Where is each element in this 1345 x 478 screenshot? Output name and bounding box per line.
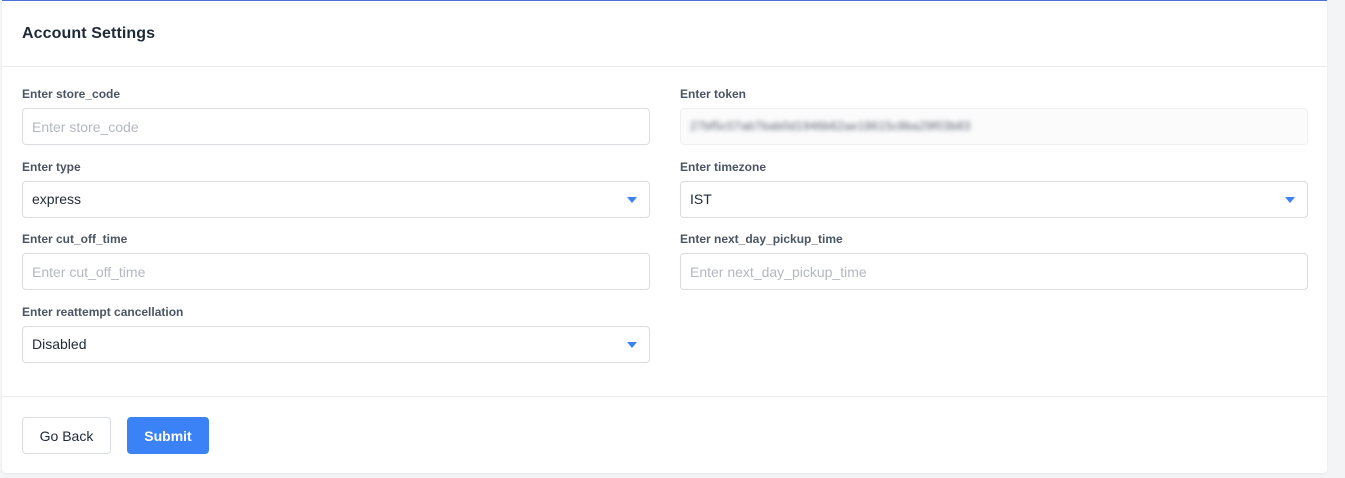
type-field: Enter type express — [22, 160, 650, 218]
reattempt-cancellation-selected-value: Disabled — [32, 336, 87, 352]
reattempt-cancellation-field: Enter reattempt cancellation Disabled — [22, 305, 650, 363]
next-day-pickup-time-input-wrapper — [680, 253, 1308, 290]
card-header: Account Settings — [2, 1, 1327, 67]
caret-down-icon — [627, 342, 637, 348]
token-value: 27bf5c07ab7bab0d1946b62ae18615c8ba29f03b… — [690, 119, 971, 133]
caret-down-icon — [1285, 197, 1295, 203]
timezone-field: Enter timezone IST — [680, 160, 1308, 218]
type-selected-value: express — [32, 191, 82, 207]
store-code-input[interactable] — [23, 109, 649, 144]
caret-down-icon — [627, 197, 637, 203]
store-code-input-wrapper — [22, 108, 650, 145]
cut-off-time-label: Enter cut_off_time — [22, 232, 128, 246]
token-label: Enter token — [680, 87, 747, 101]
cut-off-time-input-wrapper — [22, 253, 650, 290]
next-day-pickup-time-input[interactable] — [681, 254, 1307, 289]
token-field: Enter token 27bf5c07ab7bab0d1946b62ae186… — [680, 87, 1308, 145]
cut-off-time-input[interactable] — [23, 254, 649, 289]
timezone-select[interactable]: IST — [680, 181, 1308, 218]
type-select[interactable]: express — [22, 181, 650, 218]
card-footer: Go Back Submit — [2, 397, 1327, 473]
submit-button[interactable]: Submit — [127, 417, 209, 454]
timezone-label: Enter timezone — [680, 160, 767, 174]
timezone-selected-value: IST — [690, 191, 712, 207]
next-day-pickup-time-label: Enter next_day_pickup_time — [680, 232, 843, 246]
go-back-button[interactable]: Go Back — [22, 417, 111, 454]
reattempt-cancellation-select[interactable]: Disabled — [22, 326, 650, 363]
type-label: Enter type — [22, 160, 81, 174]
store-code-label: Enter store_code — [22, 87, 121, 101]
token-input[interactable]: 27bf5c07ab7bab0d1946b62ae18615c8ba29f03b… — [680, 108, 1308, 145]
account-settings-form: Enter store_code Enter token 27bf5c07ab7… — [2, 67, 1327, 397]
store-code-field: Enter store_code — [22, 87, 650, 145]
next-day-pickup-time-field: Enter next_day_pickup_time — [680, 232, 1308, 290]
page-title: Account Settings — [22, 25, 156, 42]
reattempt-cancellation-label: Enter reattempt cancellation — [22, 305, 184, 319]
cut-off-time-field: Enter cut_off_time — [22, 232, 650, 290]
account-settings-card: Account Settings Enter store_code Enter … — [2, 0, 1327, 473]
